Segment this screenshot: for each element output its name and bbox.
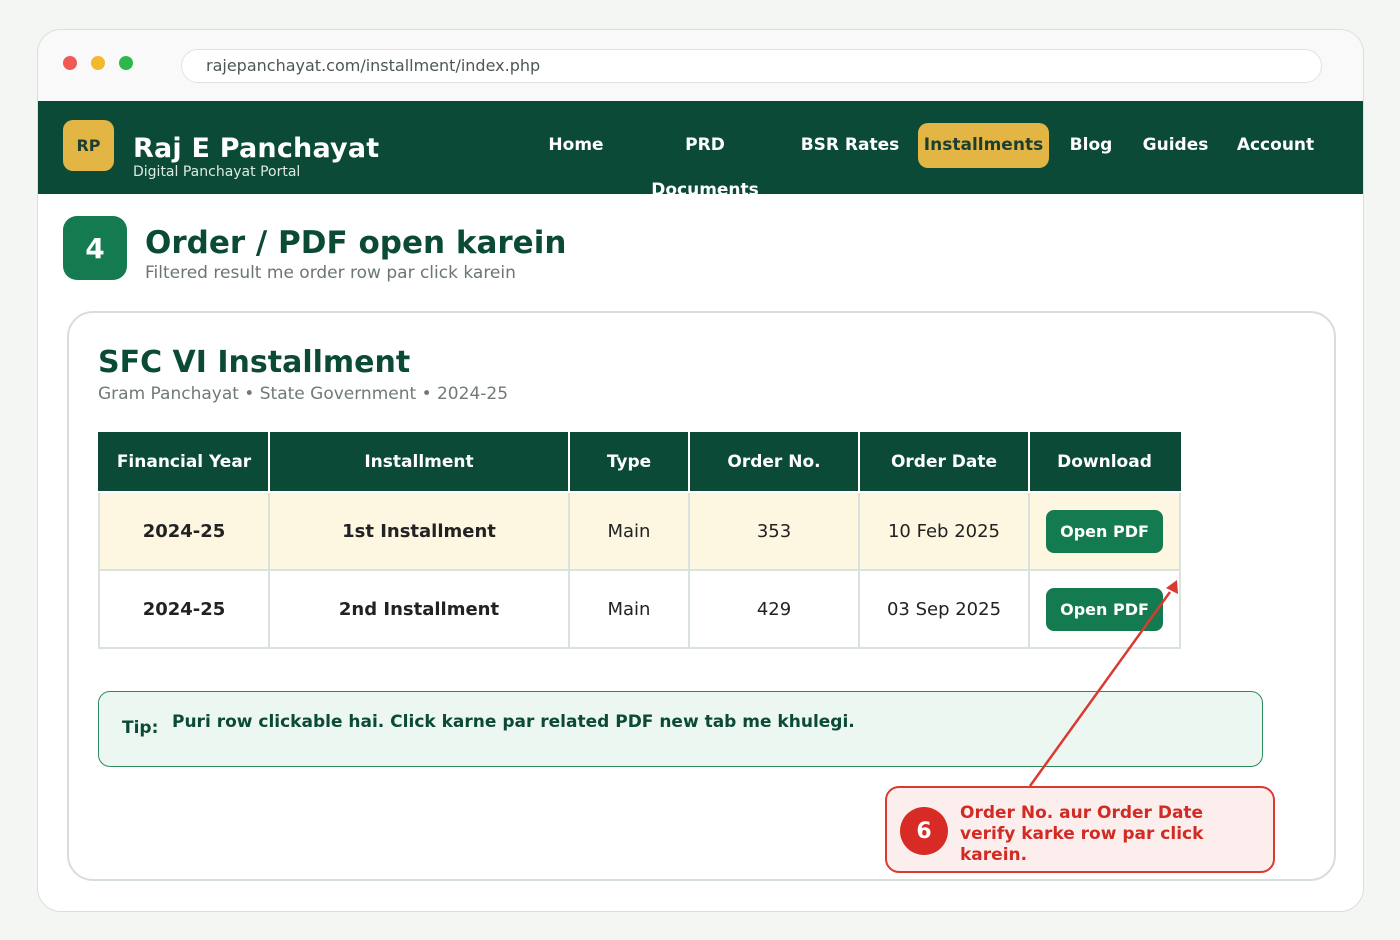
table-row[interactable]: 2024-25 1st Installment Main 353 10 Feb … <box>98 491 1181 571</box>
column-header-order-date: Order Date <box>858 432 1030 493</box>
browser-titlebar: rajepanchayat.com/installment/index.php <box>38 30 1363 101</box>
nav-blog[interactable]: Blog <box>1063 123 1119 168</box>
site-header: RP Raj E Panchayat Digital Panchayat Por… <box>38 101 1363 200</box>
cell-type: Main <box>568 491 690 571</box>
close-window-button[interactable] <box>63 56 77 70</box>
orders-table: Financial Year Installment Type Order No… <box>98 432 1181 649</box>
browser-window: rajepanchayat.com/installment/index.php … <box>37 29 1364 912</box>
cell-order-date: 03 Sep 2025 <box>858 569 1030 649</box>
open-pdf-button[interactable]: Open PDF <box>1046 509 1163 553</box>
column-header-installment: Installment <box>268 432 570 493</box>
nav-installments[interactable]: Installments <box>918 123 1049 168</box>
tip-label: Tip: <box>122 718 159 738</box>
column-header-download: Download <box>1028 432 1181 493</box>
cell-download: Open PDF <box>1028 491 1181 571</box>
nav-home[interactable]: Home <box>538 123 614 168</box>
step-title: Order / PDF open karein <box>145 225 567 261</box>
address-bar[interactable]: rajepanchayat.com/installment/index.php <box>181 49 1322 83</box>
cell-order-no: 429 <box>688 569 860 649</box>
site-logo[interactable]: RP <box>63 120 114 171</box>
cell-installment: 1st Installment <box>268 491 570 571</box>
callout-text: Order No. aur Order Date verify karke ro… <box>960 803 1204 865</box>
column-header-type: Type <box>568 432 690 493</box>
tip-text: Puri row clickable hai. Click karne par … <box>172 712 855 732</box>
annotation-callout: 6 Order No. aur Order Date verify karke … <box>885 786 1275 873</box>
cell-order-date: 10 Feb 2025 <box>858 491 1030 571</box>
minimize-window-button[interactable] <box>91 56 105 70</box>
cell-download: Open PDF <box>1028 569 1181 649</box>
open-pdf-button[interactable]: Open PDF <box>1046 587 1163 631</box>
column-header-financial-year: Financial Year <box>98 432 270 493</box>
column-header-order-no: Order No. <box>688 432 860 493</box>
cell-financial-year: 2024-25 <box>98 491 270 571</box>
callout-number-badge: 6 <box>900 807 948 855</box>
nav-bsr-rates[interactable]: BSR Rates <box>800 123 900 168</box>
table-header-row: Financial Year Installment Type Order No… <box>98 432 1181 493</box>
cell-order-no: 353 <box>688 491 860 571</box>
step-subtitle: Filtered result me order row par click k… <box>145 263 516 283</box>
table-row[interactable]: 2024-25 2nd Installment Main 429 03 Sep … <box>98 569 1181 649</box>
tip-box: Tip: Puri row clickable hai. Click karne… <box>98 691 1263 767</box>
site-title[interactable]: Raj E Panchayat <box>133 133 379 164</box>
nav-guides[interactable]: Guides <box>1138 123 1213 168</box>
card-title: SFC VI Installment <box>98 345 411 380</box>
step-number-badge: 4 <box>63 216 127 280</box>
nav-account[interactable]: Account <box>1233 123 1318 168</box>
cell-financial-year: 2024-25 <box>98 569 270 649</box>
maximize-window-button[interactable] <box>119 56 133 70</box>
cell-type: Main <box>568 569 690 649</box>
cell-installment: 2nd Installment <box>268 569 570 649</box>
card-meta: Gram Panchayat • State Government • 2024… <box>98 384 509 404</box>
nav-prd-documents[interactable]: PRD Documents <box>629 123 781 200</box>
site-subtitle: Digital Panchayat Portal <box>133 164 301 180</box>
